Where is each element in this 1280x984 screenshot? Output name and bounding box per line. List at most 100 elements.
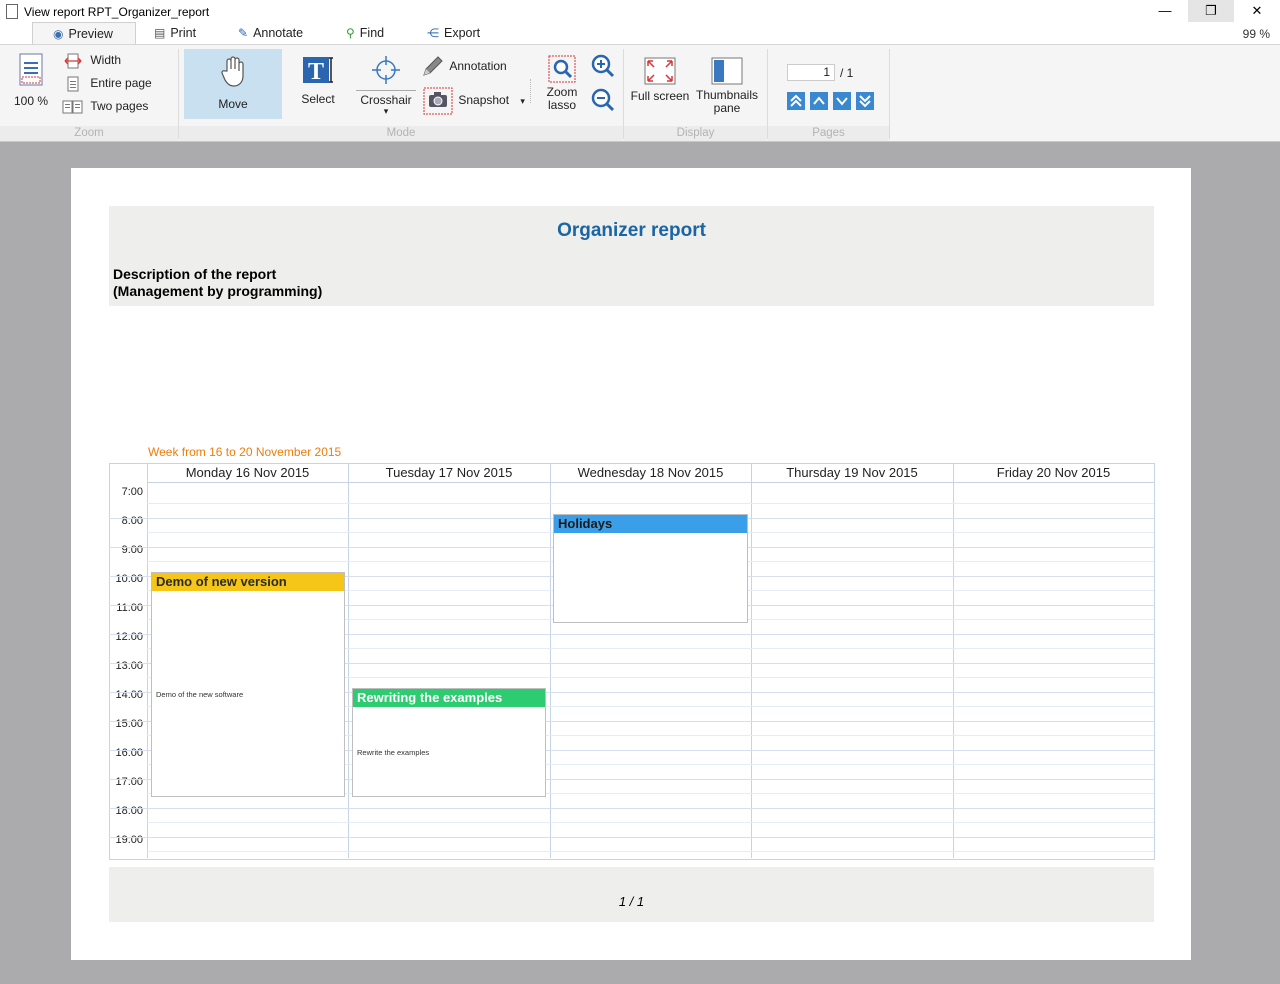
snapshot-label: Snapshot [458,93,510,108]
half-hour-line [147,851,1154,852]
zoom-in-icon [591,54,615,78]
tab-label: Print [170,26,197,40]
week-calendar: Monday 16 Nov 2015 Tuesday 17 Nov 2015 Wed… [109,463,1155,860]
tab-find[interactable]: ⚲ Find [346,22,384,44]
zoom-100-button[interactable]: 100 % [10,53,52,108]
ribbon-toolbar: 100 % Width Entire page Two pages Zoom M… [0,44,1280,142]
document-icon [6,4,18,19]
day-column-divider [751,463,752,858]
minimize-button[interactable]: — [1142,0,1188,22]
double-chevron-up-icon [790,94,802,107]
tab-label: Export [444,26,481,40]
report-description-line-2: (Management by programming) [113,283,323,299]
report-header: Organizer report Description of the repo… [109,206,1154,306]
magnifier-icon: ⚲ [346,26,355,40]
pencil-icon [423,56,443,76]
calendar-event[interactable]: Holidays [553,514,748,623]
zoom-out-button[interactable] [590,87,616,116]
next-page-button[interactable] [833,92,851,110]
half-hour-line [147,822,1154,823]
zoom-out-icon [591,88,615,112]
full-screen-button[interactable]: Full screen [628,57,692,103]
zoom-level: 99 % [1242,27,1270,41]
tab-print[interactable]: ▤ Print [154,22,196,44]
zoom-lasso-icon [548,55,576,83]
share-icon: ⋲ [427,26,439,40]
zoom-in-button[interactable] [590,53,616,82]
text-select-icon: T [303,57,333,85]
tab-preview[interactable]: ◉ Preview [32,22,136,44]
tab-label: Find [359,26,385,40]
last-page-button[interactable] [856,92,874,110]
page-number-input[interactable]: 1 [787,64,835,81]
separator [530,79,535,103]
previous-page-button[interactable] [810,92,828,110]
annotation-button[interactable]: Annotation [420,55,507,79]
event-title: Holidays [554,515,747,533]
zoom-lasso-label-2: lasso [547,98,576,112]
zoom-lasso-button[interactable]: Zoom lasso [540,55,584,112]
calendar-event[interactable]: Rewriting the examples Rewrite the exampl… [352,688,546,797]
camera-icon [423,87,453,115]
hour-label: 7:00 [121,486,143,498]
day-column-divider [953,463,954,858]
week-caption: Week from 16 to 20 November 2015 [148,445,342,459]
group-divider [889,49,890,139]
hour-label: 16:00 [115,747,143,759]
hour-label: 15:00 [115,718,143,730]
entire-page-label: Entire page [90,76,152,91]
move-button[interactable]: Move [184,49,282,119]
event-description: Rewrite the examples [357,748,430,757]
crosshair-button[interactable]: Crosshair ▾ [356,55,416,116]
header-divider [147,482,1154,483]
two-pages-icon [62,100,83,114]
snapshot-dropdown-icon[interactable]: ▾ [520,96,525,106]
thumbnails-pane-icon [711,57,743,85]
day-column-divider [348,463,349,858]
zoom-group-label: Zoom [74,127,104,139]
event-title: Rewriting the examples [353,689,545,707]
restore-button[interactable]: ❐ [1188,0,1234,22]
first-page-button[interactable] [787,92,805,110]
zoom-entire-page-button[interactable]: Entire page [64,76,152,92]
double-chevron-down-icon [859,95,871,108]
hand-icon [221,56,244,87]
pages-group-label: Pages [812,127,845,139]
day-header: Friday 20 Nov 2015 [996,465,1111,480]
footer-page-number: 1 / 1 [618,894,645,909]
close-button[interactable]: ✕ [1234,0,1280,22]
day-header: Thursday 19 Nov 2015 [786,465,918,480]
hour-label: 14:00 [115,689,143,701]
crosshair-icon [372,56,400,84]
thumbnails-pane-button[interactable]: Thumbnails pane [694,57,760,115]
chevron-down-icon [836,97,848,106]
ribbon-tabs: ◉ Preview ▤ Print ✎ Annotate ⚲ Find ⋲ Export [0,22,1280,44]
pencil-icon: ✎ [238,26,249,40]
event-title: Demo of new version [152,573,344,591]
display-group-label: Display [676,127,715,139]
display-group: Full screen Thumbnails pane Display [624,45,767,141]
window-title: View report RPT_Organizer_report [24,5,210,19]
select-button[interactable]: T Select [292,55,344,106]
calendar-event[interactable]: Demo of new version Demo of the new softw… [151,572,345,797]
eye-icon: ◉ [53,27,64,41]
zoom-width-button[interactable]: Width [64,53,121,69]
tab-annotate[interactable]: ✎ Annotate [238,22,303,44]
mode-group-label: Mode [386,127,416,139]
full-screen-icon [644,57,676,85]
full-screen-label: Full screen [630,89,690,103]
day-header: Tuesday 17 Nov 2015 [385,465,513,480]
day-header: Wednesday 18 Nov 2015 [577,465,724,480]
crosshair-dropdown-icon[interactable]: ▾ [356,107,416,116]
half-hour-line [147,503,1154,504]
report-title: Organizer report [557,220,706,241]
day-header: Monday 16 Nov 2015 [185,465,310,480]
zoom-two-pages-button[interactable]: Two pages [62,99,148,115]
printer-icon: ▤ [154,26,166,40]
report-description-line-1: Description of the report [113,266,277,282]
hour-label: 9:00 [121,544,143,556]
tab-export[interactable]: ⋲ Export [427,22,480,44]
annotation-label: Annotation [449,59,507,74]
event-description: Demo of the new software [156,690,244,699]
snapshot-button[interactable]: Snapshot ▾ [423,87,525,115]
